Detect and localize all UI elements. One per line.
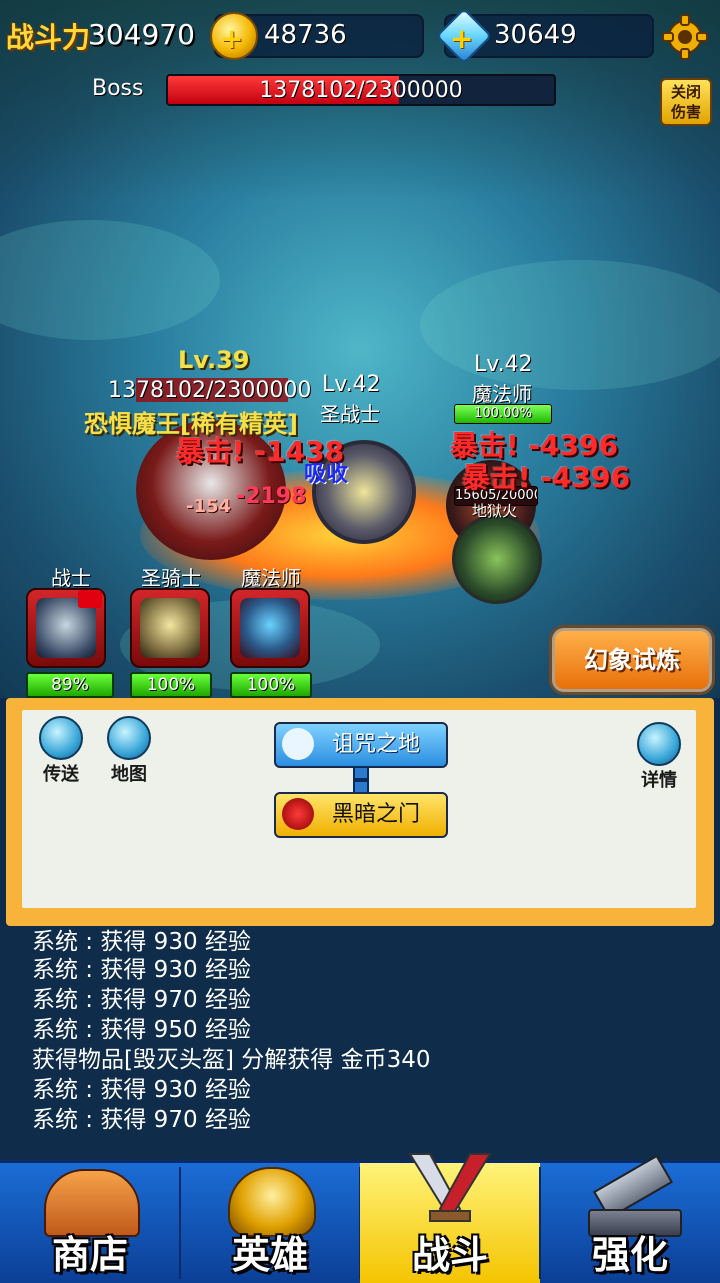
boss-label: Boss — [92, 76, 144, 101]
battle-log[interactable]: 系统 : 获得 930 经验 系统 : 获得 930 经验 系统 : 获得 97… — [0, 926, 720, 1160]
hero-frame — [230, 588, 310, 668]
hero-slot-mage[interactable] — [230, 588, 310, 668]
nav-enhance[interactable]: 强化 — [540, 1154, 720, 1283]
enemy-hp-text: 1378102/2300000 — [108, 378, 312, 403]
nav-shop[interactable]: 商店 — [0, 1163, 180, 1283]
paladin-level: Lv.42 — [322, 372, 381, 397]
hero-name-warrior: 战士 — [51, 566, 91, 590]
gem-value: 30649 — [494, 20, 577, 50]
map-label: 地图 — [111, 764, 147, 785]
gear-icon[interactable] — [662, 14, 708, 60]
node-label: 诅咒之地 — [331, 732, 420, 757]
add-gem-icon[interactable]: + — [450, 25, 474, 53]
node-label: 黑暗之门 — [331, 802, 420, 827]
boss-hp-text: 1378102/2300000 — [259, 78, 463, 103]
mage-hp-text: 100.00% — [474, 406, 532, 421]
map-button[interactable]: 地图 — [106, 716, 152, 786]
hero-slot-paladin[interactable] — [130, 588, 210, 668]
mage-hp-bar: 100.00% — [454, 404, 552, 424]
hero-hp-paladin: 100% — [130, 672, 212, 698]
log-line: 系统 : 获得 970 经验 — [32, 1107, 251, 1133]
details-button[interactable]: 详情 — [636, 722, 682, 792]
details-label: 详情 — [641, 770, 677, 791]
power-value: 304970 — [88, 18, 195, 51]
teleport-label: 传送 — [43, 764, 79, 785]
water-ripple — [0, 220, 220, 340]
path-connector — [353, 766, 369, 780]
enemy-level: Lv.39 — [178, 346, 250, 374]
damage-text: -154 — [186, 496, 232, 517]
nav-shop-label: 商店 — [51, 1233, 128, 1277]
log-line: 获得物品[毁灭头盔] 分解获得 金币340 — [32, 1047, 431, 1073]
teleport-button[interactable]: 传送 — [38, 716, 84, 786]
illusion-trial-button[interactable]: 幻象试炼 — [552, 628, 712, 692]
gold-counter[interactable]: + 48736 — [210, 12, 424, 60]
alert-flag-icon — [78, 590, 102, 608]
map-node-dark-gate[interactable]: 黑暗之门 — [274, 792, 448, 838]
hero-name-paladin: 圣骑士 — [141, 566, 201, 590]
add-gold-icon[interactable]: + — [220, 25, 244, 53]
crit-damage-text: 暴击! -4396 — [462, 461, 631, 494]
power-label: 战斗力 — [6, 21, 91, 54]
nav-enhance-label: 强化 — [591, 1233, 668, 1277]
gold-value: 48736 — [264, 20, 347, 50]
summon-infernal-unit[interactable] — [452, 514, 542, 604]
bottom-nav: 商店 英雄 战斗 强化 — [0, 1153, 720, 1283]
nav-heroes[interactable]: 英雄 — [180, 1163, 360, 1283]
close-damage-button[interactable]: 关闭伤害 — [660, 78, 712, 126]
summon-name: 地狱火 — [472, 502, 518, 520]
paladin-name: 圣战士 — [320, 402, 380, 426]
hero-name-mage: 魔法师 — [241, 566, 301, 590]
absorb-text: 吸收 — [304, 462, 349, 487]
log-line: 系统 : 获得 930 经验 — [32, 957, 251, 983]
top-bar: 战斗力 304970 + 48736 + 30649 — [0, 0, 720, 70]
nav-battle-label: 战斗 — [411, 1233, 488, 1277]
mage-gauntlet-icon — [240, 598, 300, 658]
boss-hp-bar: 1378102/2300000 — [166, 74, 556, 106]
damage-text: -2198 — [236, 484, 307, 509]
gem-counter[interactable]: + 30649 — [435, 7, 654, 65]
mage-name: 魔法师 — [472, 382, 532, 406]
water-ripple — [420, 260, 720, 390]
map-node-cursed-land[interactable]: 诅咒之地 — [274, 722, 448, 768]
magnifier-icon — [107, 716, 151, 760]
tree-icon — [282, 728, 314, 760]
mage-level: Lv.42 — [474, 352, 533, 377]
nav-battle[interactable]: 战斗 — [360, 1153, 540, 1283]
demon-skull-icon — [282, 798, 314, 830]
log-line: 系统 : 获得 930 经验 — [32, 1077, 251, 1103]
info-icon — [637, 722, 681, 766]
hero-hp-warrior: 89% — [26, 672, 114, 698]
teleport-icon — [39, 716, 83, 760]
hero-frame — [130, 588, 210, 668]
log-line: 系统 : 获得 950 经验 — [32, 1017, 251, 1043]
close-damage-label: 关闭伤害 — [670, 83, 701, 121]
hero-hp-mage: 100% — [230, 672, 312, 698]
paladin-hammer-icon — [140, 598, 200, 658]
log-line: 系统 : 获得 970 经验 — [32, 987, 251, 1013]
hero-slot-warrior[interactable] — [26, 588, 106, 668]
nav-heroes-label: 英雄 — [231, 1233, 308, 1277]
